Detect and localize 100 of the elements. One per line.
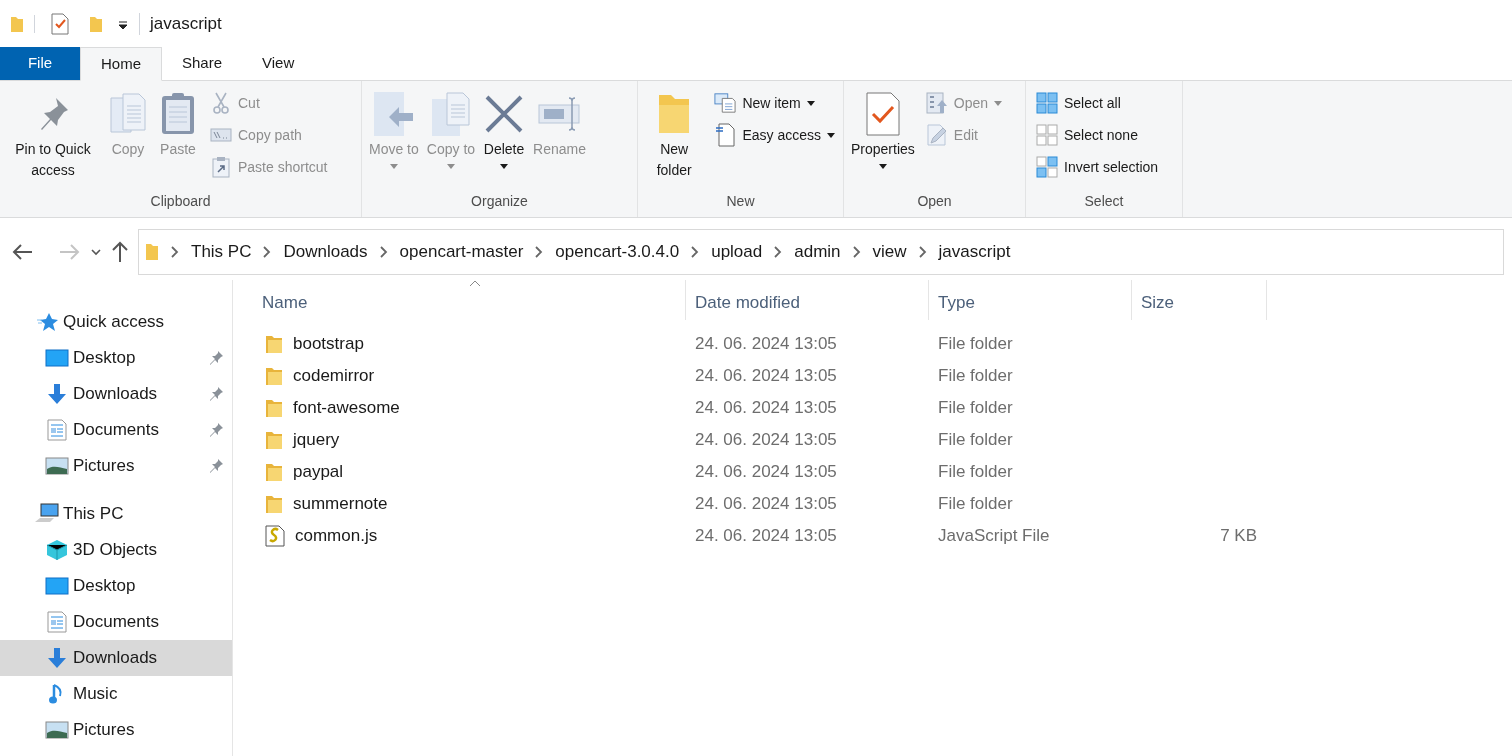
file-name[interactable]: bootstrap: [293, 331, 364, 357]
sidebar-item[interactable]: Documents: [0, 412, 232, 448]
type-cell: File folder: [938, 462, 1013, 482]
column-header[interactable]: Size: [1132, 280, 1267, 320]
checkmark-document-icon: [865, 92, 900, 136]
sidebar-item[interactable]: Downloads: [0, 640, 232, 676]
picture-icon: [45, 457, 69, 475]
ribbon-tab[interactable]: Share: [162, 47, 243, 80]
ribbon-button[interactable]: New item: [714, 89, 819, 117]
breadcrumb-item[interactable]: javascript: [938, 239, 1011, 265]
column-header[interactable]: Date modified: [686, 280, 929, 320]
pencil-document-icon: [926, 124, 947, 146]
group-label: New: [725, 192, 756, 211]
breadcrumb-item[interactable]: This PC: [191, 239, 252, 265]
scissors-icon: [212, 92, 230, 114]
document-icon: [47, 419, 67, 441]
path-icon: [210, 128, 232, 142]
address-bar[interactable]: This PC Downloads opencart-master opencart-3.0.4.0 upload admin view javascript: [138, 229, 1504, 275]
shortcut-icon: [212, 156, 230, 178]
chevron-right-icon[interactable]: [263, 246, 272, 258]
file-name[interactable]: codemirror: [293, 363, 375, 389]
date-cell: 24. 06. 2024 13:05: [695, 462, 837, 482]
breadcrumb-item[interactable]: admin: [794, 239, 841, 265]
desktop-icon: [45, 349, 69, 367]
delete-icon: [484, 94, 525, 134]
column-header[interactable]: Name: [253, 280, 686, 320]
checkmark-document-icon[interactable]: [51, 13, 69, 35]
date-cell: 24. 06. 2024 13:05: [695, 494, 837, 514]
type-cell: File folder: [938, 366, 1013, 386]
sidebar-item[interactable]: Music: [0, 676, 232, 712]
chevron-right-icon[interactable]: [691, 246, 700, 258]
ribbon-button[interactable]: Pin to Quick access: [4, 89, 102, 191]
file-name[interactable]: font-awesome: [293, 395, 400, 421]
breadcrumb-item[interactable]: opencart-master: [399, 239, 524, 265]
breadcrumb-item[interactable]: Downloads: [283, 239, 368, 265]
date-cell: 24. 06. 2024 13:05: [695, 366, 837, 386]
folder-icon: [265, 398, 283, 418]
group-label: Select: [1083, 192, 1125, 211]
sidebar-item[interactable]: Quick access: [0, 304, 232, 340]
ribbon-tab[interactable]: Home: [80, 47, 162, 81]
sidebar-item[interactable]: Documents: [0, 604, 232, 640]
sidebar-item[interactable]: 3D Objects: [0, 532, 232, 568]
sidebar-item[interactable]: Pictures: [0, 448, 232, 484]
window-title: javascript: [150, 13, 222, 36]
type-cell: JavaScript File: [938, 526, 1050, 546]
type-cell: File folder: [938, 494, 1013, 514]
sidebar-item[interactable]: Downloads: [0, 376, 232, 412]
file-name[interactable]: paypal: [293, 459, 344, 485]
file-name[interactable]: summernote: [293, 491, 388, 517]
file-name[interactable]: jquery: [293, 427, 340, 453]
download-arrow-icon: [46, 647, 68, 669]
folder-icon: [265, 430, 283, 450]
rename-icon: [537, 96, 582, 132]
ribbon-button[interactable]: Invert selection: [1036, 153, 1163, 181]
ribbon-button[interactable]: New folder: [642, 89, 707, 191]
open-icon: [925, 92, 948, 114]
document-icon: [715, 123, 736, 147]
chevron-right-icon[interactable]: [535, 246, 544, 258]
copy-to-icon: [430, 91, 471, 137]
caret-icon[interactable]: [117, 19, 129, 29]
sidebar-item[interactable]: Desktop: [0, 340, 232, 376]
sidebar-item[interactable]: Desktop: [0, 568, 232, 604]
ribbon-button[interactable]: Delete: [480, 89, 529, 191]
move-icon: [372, 91, 415, 137]
chevron-right-icon[interactable]: [774, 246, 783, 258]
picture-icon: [45, 721, 69, 739]
breadcrumb-item[interactable]: view: [872, 239, 907, 265]
ribbon-button[interactable]: Properties: [848, 89, 918, 191]
type-cell: File folder: [938, 334, 1013, 354]
breadcrumb-item[interactable]: opencart-3.0.4.0: [555, 239, 680, 265]
folder-icon: [265, 366, 283, 386]
group-label: Clipboard: [149, 192, 212, 211]
folder-icon: [265, 494, 283, 514]
chevron-right-icon[interactable]: [379, 246, 388, 258]
chevron-right-icon[interactable]: [918, 246, 927, 258]
column-header[interactable]: Type: [929, 280, 1132, 320]
ribbon-button[interactable]: Select none: [1036, 121, 1142, 149]
breadcrumb-item[interactable]: upload: [711, 239, 763, 265]
up-arrow-icon[interactable]: [110, 240, 130, 264]
chevron-right-icon[interactable]: [171, 246, 179, 258]
select-all-icon: [1036, 92, 1058, 114]
date-cell: 24. 06. 2024 13:05: [695, 334, 837, 354]
chevron-down-icon[interactable]: [90, 247, 102, 257]
type-cell: File folder: [938, 398, 1013, 418]
new-item-icon: [714, 92, 737, 114]
chevron-right-icon[interactable]: [852, 246, 861, 258]
group-label: Open: [916, 192, 953, 211]
folder-icon: [265, 462, 283, 482]
select-none-icon: [1036, 124, 1058, 146]
ribbon-tab[interactable]: File: [0, 47, 80, 80]
sidebar-item[interactable]: Pictures: [0, 712, 232, 748]
folder-icon: [265, 334, 283, 354]
folder-icon: [658, 93, 691, 135]
ribbon-tab[interactable]: View: [242, 47, 315, 80]
file-name[interactable]: common.js: [295, 523, 378, 549]
clipboard-icon: [160, 92, 196, 136]
ribbon-button[interactable]: Select all: [1036, 89, 1125, 117]
sidebar-item[interactable]: This PC: [0, 496, 232, 532]
ribbon-button[interactable]: Easy access: [714, 121, 839, 149]
sort-caret-icon: [469, 280, 481, 287]
